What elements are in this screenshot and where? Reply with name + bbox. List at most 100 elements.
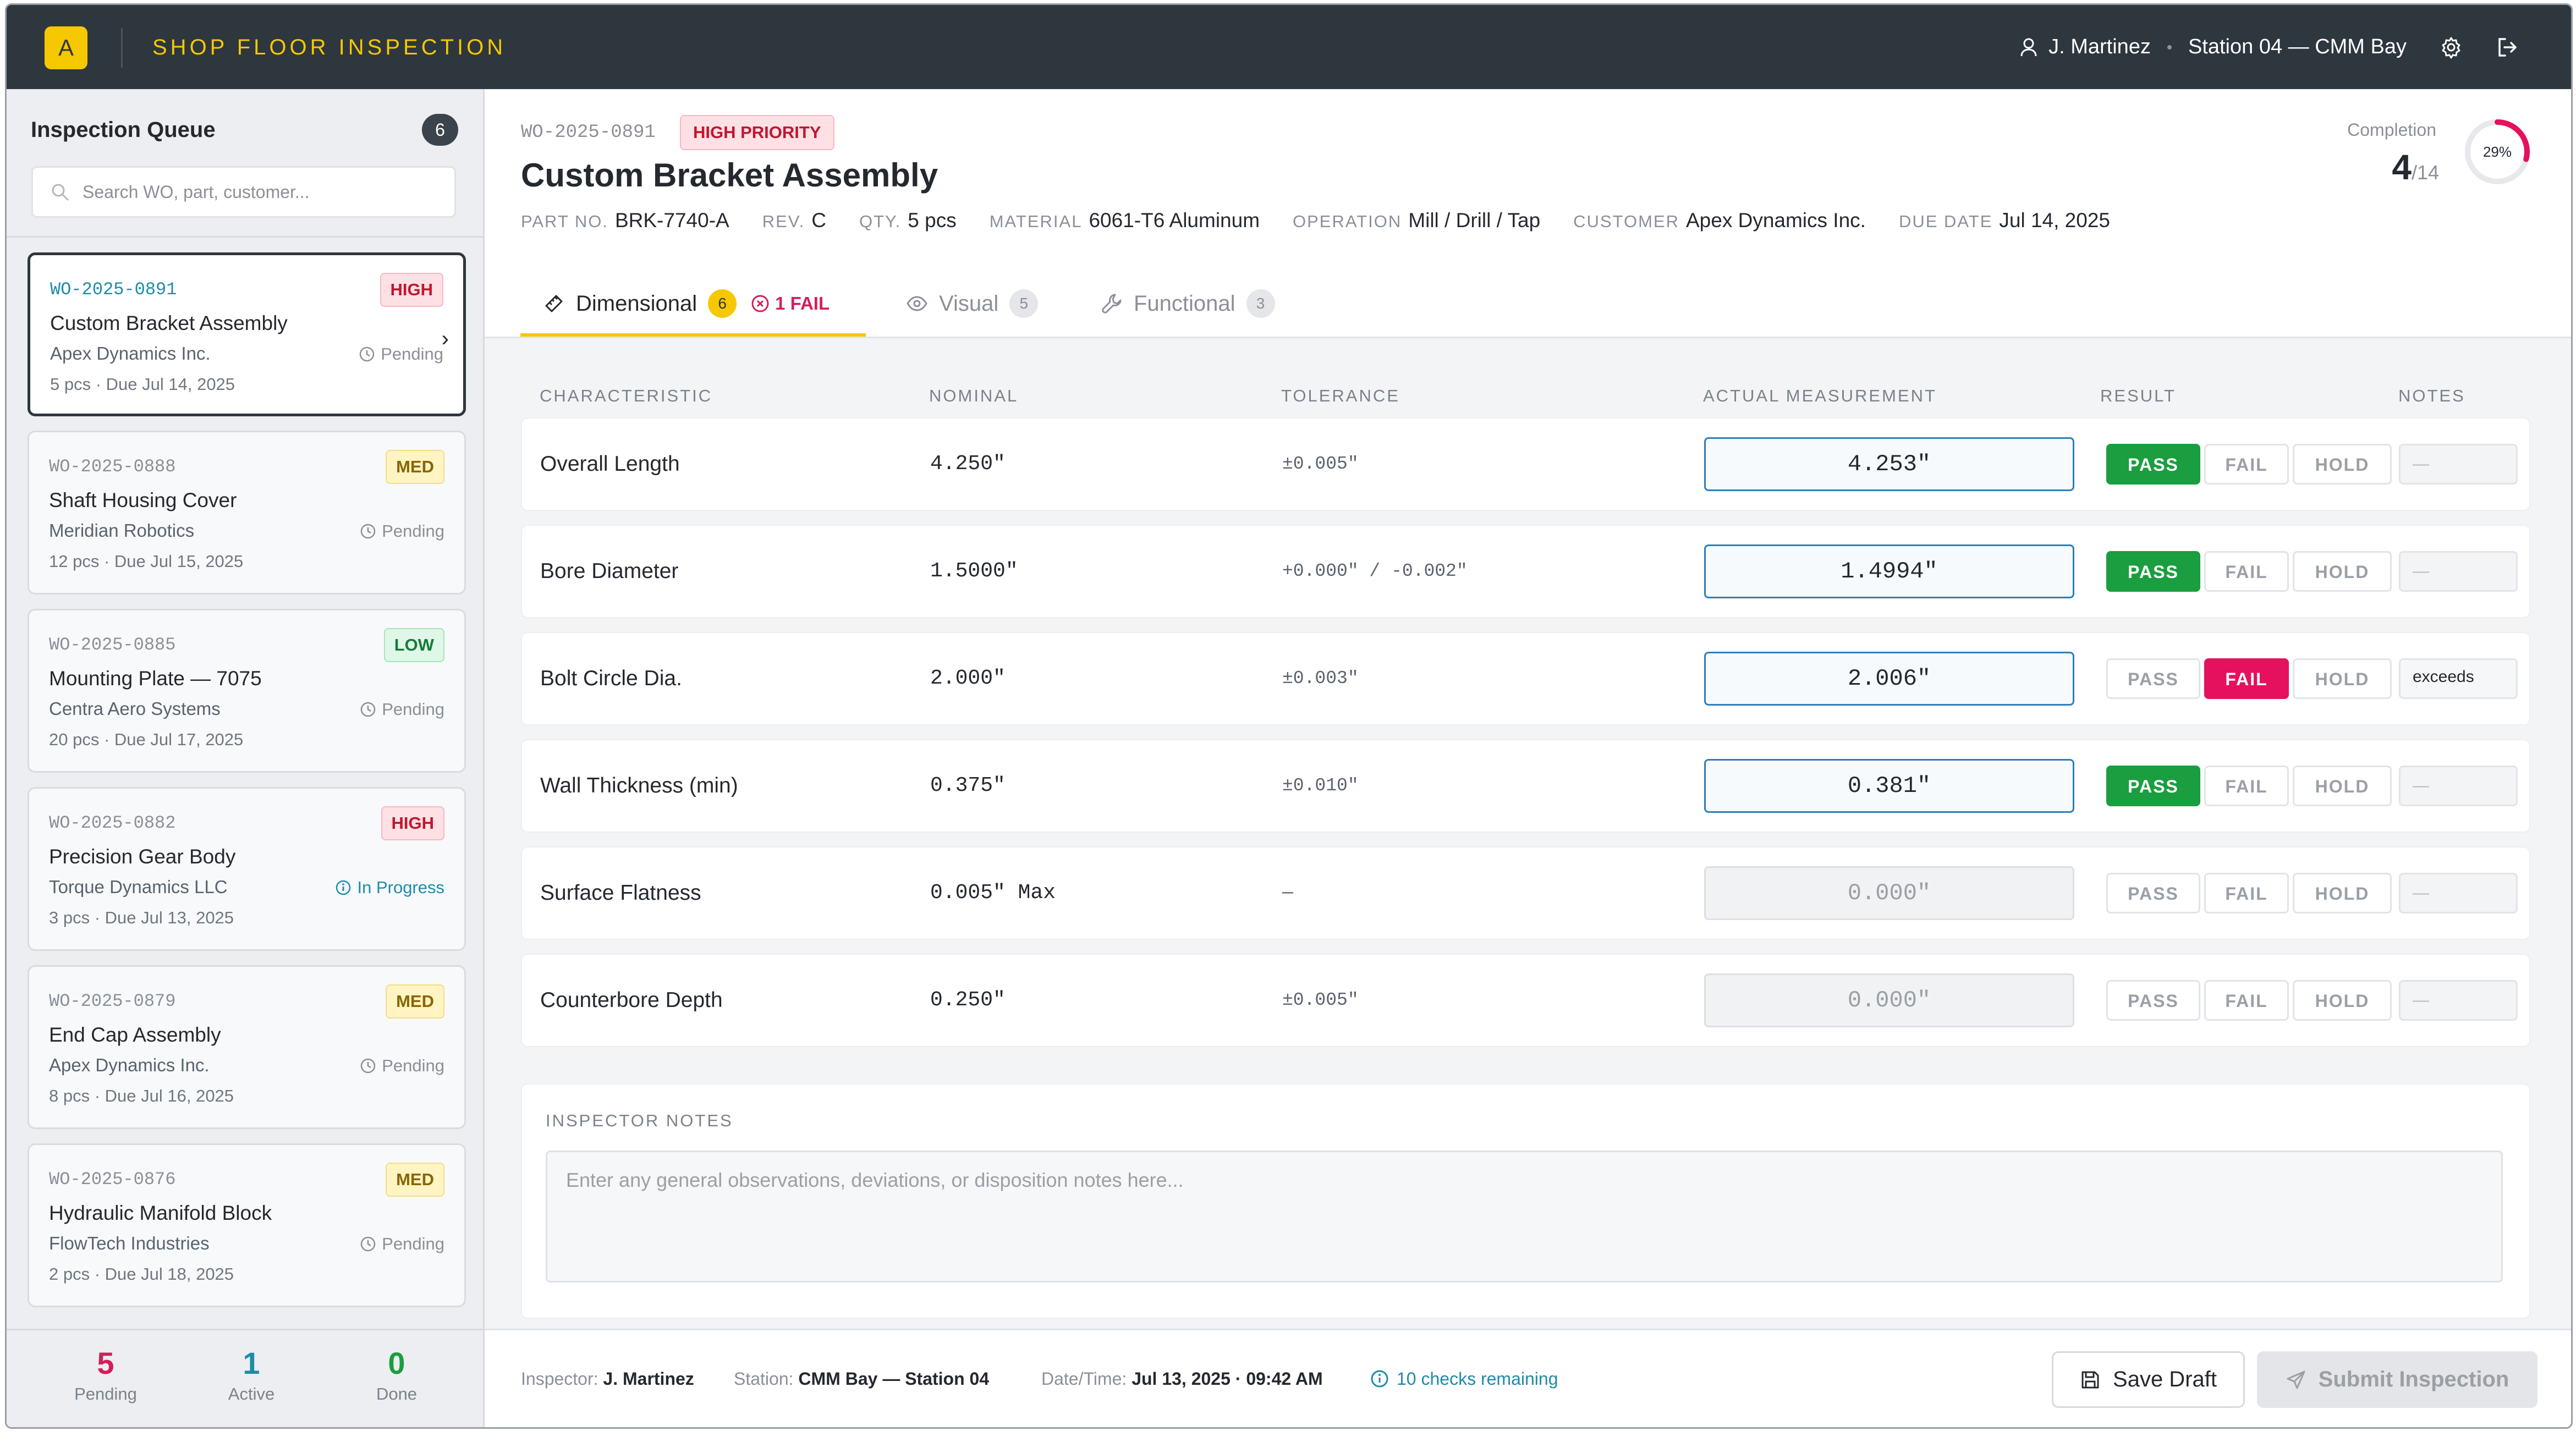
inspector-notes-textarea[interactable] [546,1151,2503,1283]
queue-item[interactable]: WO-2025-0888 MED Shaft Housing Cover Mer… [28,431,466,595]
queue-item[interactable]: WO-2025-0879 MED End Cap Assembly Apex D… [28,965,466,1129]
search-icon [51,183,69,204]
characteristics-table: Overall Length 4.250" ±0.005" 4.253" PAS… [521,417,2530,1061]
queue-item[interactable]: WO-2025-0882 HIGH Precision Gear Body To… [28,787,466,951]
measurement-input[interactable]: 0.000" [1704,973,2074,1027]
quantity-due: 20 pcs · Due Jul 17, 2025 [49,730,244,749]
hold-button[interactable]: HOLD [2293,766,2392,806]
priority-badge: HIGH [380,273,443,307]
measurement-input[interactable]: 1.4994" [1704,544,2074,598]
priority-badge: MED [386,1163,444,1197]
clock-icon [360,1236,376,1252]
pass-button[interactable]: PASS [2106,551,2200,592]
active-tab-indicator [520,333,866,337]
pass-button[interactable]: PASS [2106,658,2200,699]
meta-operation: OPERATION Mill / Drill / Tap [1293,209,1541,232]
measurement-input[interactable]: 2.006" [1704,652,2074,706]
submit-inspection-button[interactable]: Submit Inspection [2257,1351,2537,1408]
fail-button[interactable]: FAIL [2204,766,2289,806]
fail-button[interactable]: FAIL [2204,658,2289,699]
pass-button[interactable]: PASS [2106,873,2200,913]
quantity-due: 8 pcs · Due Jul 16, 2025 [49,1086,234,1105]
queue-count-badge: 6 [422,114,458,146]
fail-button[interactable]: FAIL [2204,551,2289,592]
current-user: J. Martinez [2048,35,2151,58]
pass-button[interactable]: PASS [2106,980,2200,1021]
app-window: A SHOP FLOOR INSPECTION J. Martinez Stat… [5,3,2573,1429]
tolerance-value: ±0.003" [1282,668,1359,689]
part-title: Mounting Plate — 7075 [49,667,262,690]
hold-button[interactable]: HOLD [2293,873,2392,913]
fail-button[interactable]: FAIL [2204,980,2289,1021]
priority-badge: LOW [383,628,444,662]
queue-item[interactable]: WO-2025-0876 MED Hydraulic Manifold Bloc… [28,1143,466,1307]
stat-value: 5 [97,1346,114,1380]
logout-icon[interactable] [2496,36,2519,59]
note-field[interactable]: — [2399,980,2518,1021]
inspection-queue-sidebar: Inspection Queue 6 WO-2025-0891 HIGH Cus… [7,89,485,1427]
customer-name: Meridian Robotics [49,520,195,541]
meta-qty: QTY. 5 pcs [859,209,957,232]
tab-dimensional[interactable]: Dimensional 6 1 FAIL [543,271,830,337]
queue-item-active[interactable]: WO-2025-0891 HIGH Custom Bracket Assembl… [28,252,466,416]
fail-button[interactable]: FAIL [2204,444,2289,485]
measurement-input[interactable]: 0.381" [1704,759,2074,813]
col-result: RESULT [2100,386,2177,405]
measurement-input[interactable]: 4.253" [1704,437,2074,491]
completion-label: Completion [2347,120,2436,140]
hold-button[interactable]: HOLD [2293,444,2392,485]
hold-button[interactable]: HOLD [2293,980,2392,1021]
pass-button[interactable]: PASS [2106,766,2200,806]
tab-count-badge: 6 [708,289,737,318]
nominal-value: 1.5000" [930,559,1018,583]
characteristic-name: Overall Length [540,452,680,476]
clock-icon [360,523,376,540]
characteristic-name: Bore Diameter [540,559,679,583]
quantity-due: 2 pcs · Due Jul 18, 2025 [49,1264,234,1284]
wrench-icon [1101,293,1123,315]
queue-item[interactable]: WO-2025-0885 LOW Mounting Plate — 7075 C… [28,609,466,773]
app-title: SHOP FLOOR INSPECTION [152,35,507,59]
quantity-due: 5 pcs · Due Jul 14, 2025 [50,375,235,394]
completion-percent: 29% [2483,144,2512,160]
gear-icon[interactable] [2440,36,2463,59]
stat-pending: 5 Pending [51,1346,161,1404]
nominal-value: 0.375" [930,774,1006,797]
save-draft-button[interactable]: Save Draft [2052,1351,2245,1408]
tab-functional[interactable]: Functional 3 [1101,271,1275,337]
queue-title: Inspection Queue [31,118,216,142]
note-field[interactable]: — [2399,444,2518,485]
note-field[interactable]: — [2399,873,2518,913]
send-icon [2286,1369,2306,1390]
fail-button[interactable]: FAIL [2204,873,2289,913]
hold-button[interactable]: HOLD [2293,658,2392,699]
status-label: Pending [359,344,443,364]
topbar-divider [121,28,123,68]
priority-badge: HIGH [381,806,444,840]
tab-visual[interactable]: Visual 5 [906,271,1039,337]
table-header: CHARACTERISTIC NOMINAL TOLERANCE ACTUAL … [485,386,2571,414]
part-title: Hydraulic Manifold Block [49,1202,272,1224]
status-label: Pending [360,521,444,541]
footer-datetime: Date/Time: Jul 13, 2025 · 09:42 AM [1041,1369,1323,1389]
hold-button[interactable]: HOLD [2293,551,2392,592]
note-field[interactable]: — [2399,551,2518,592]
meta-customer: CUSTOMER Apex Dynamics Inc. [1573,209,1866,232]
note-field[interactable]: — [2399,766,2518,806]
nominal-value: 0.250" [930,988,1006,1012]
stat-value: 0 [388,1346,405,1380]
measurement-input[interactable]: 0.000" [1704,866,2074,920]
work-order-number: WO-2025-0891 [50,279,177,300]
stat-done: 0 Done [342,1346,452,1404]
table-row: Counterbore Depth 0.250" ±0.005" 0.000" … [521,954,2530,1047]
note-field[interactable]: exceeds [2399,658,2518,699]
nominal-value: 4.250" [930,452,1006,476]
footer-station: Station: CMM Bay — Station 04 [734,1369,990,1389]
tolerance-value: +0.000" / -0.002" [1282,561,1468,581]
col-nominal: NOMINAL [929,386,1019,405]
table-row: Surface Flatness 0.005" Max — 0.000" PAS… [521,846,2530,940]
pass-button[interactable]: PASS [2106,444,2200,485]
queue-search-input[interactable] [31,166,456,218]
queue-list: WO-2025-0891 HIGH Custom Bracket Assembl… [28,252,466,1322]
checks-remaining: 10 checks remaining [1370,1330,1558,1427]
